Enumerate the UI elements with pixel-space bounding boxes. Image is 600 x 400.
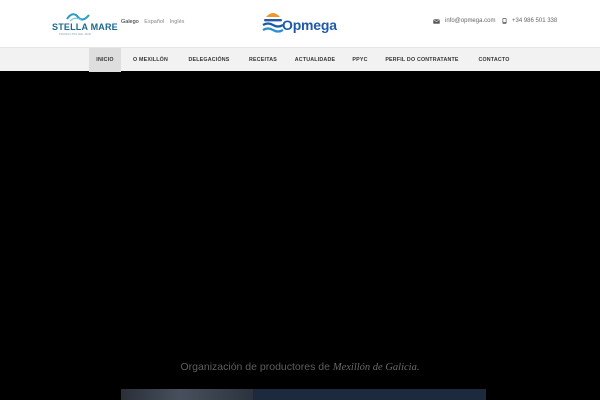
stellamare-name: STELLA MARE	[52, 22, 118, 32]
phone-icon	[502, 18, 507, 24]
nav-ppyc[interactable]: PPYC	[348, 48, 372, 72]
lang-espanol[interactable]: Español	[144, 19, 164, 25]
nav-contacto[interactable]: CONTACTO	[472, 48, 516, 72]
hero-caption: Organización de productores de Mexillón …	[0, 361, 600, 373]
hero-image-left	[121, 389, 253, 400]
nav-inicio[interactable]: INICIO	[89, 48, 121, 72]
opmega-wordmark: Opmega	[282, 17, 337, 33]
lang-galego[interactable]: Galego	[121, 19, 139, 25]
main-navigation: INICIO O MEXILLÓN DELEGACIÓNS RECEITAS A…	[0, 47, 600, 72]
contact-phone[interactable]: +34 986 501 338	[502, 18, 557, 24]
email-text: info@opmega.com	[445, 18, 496, 24]
nav-actualidade[interactable]: ACTUALIDADE	[290, 48, 340, 72]
stellamare-logo[interactable]: STELLA MARE PRODUCTOS DEL MAR	[52, 12, 118, 36]
nav-receitas[interactable]: RECEITAS	[243, 48, 283, 72]
language-switcher: Galego Español Inglés	[121, 19, 188, 25]
lang-ingles[interactable]: Inglés	[170, 19, 185, 25]
opmega-logo[interactable]: Opmega	[262, 9, 346, 37]
nav-delegacions[interactable]: DELEGACIÓNS	[183, 48, 235, 72]
caption-suffix: .	[416, 362, 420, 373]
opmega-emblem-icon	[262, 13, 284, 33]
site-header: STELLA MARE PRODUCTOS DEL MAR Galego Esp…	[0, 0, 600, 47]
stellamare-tagline: PRODUCTOS DEL MAR	[59, 33, 92, 36]
nav-perfil-do-contratante[interactable]: PERFIL DO CONTRATANTE	[383, 48, 461, 72]
caption-prefix: Organización de productores de	[180, 361, 333, 373]
phone-text: +34 986 501 338	[512, 18, 558, 24]
caption-emphasis: Mexillón de Galicia	[332, 362, 417, 373]
hero-image-strip	[121, 389, 486, 400]
nav-o-mexillon[interactable]: O MEXILLÓN	[127, 48, 174, 72]
envelope-icon	[433, 18, 440, 24]
contact-email[interactable]: info@opmega.com	[433, 18, 495, 24]
wave-logo-icon	[66, 13, 90, 22]
